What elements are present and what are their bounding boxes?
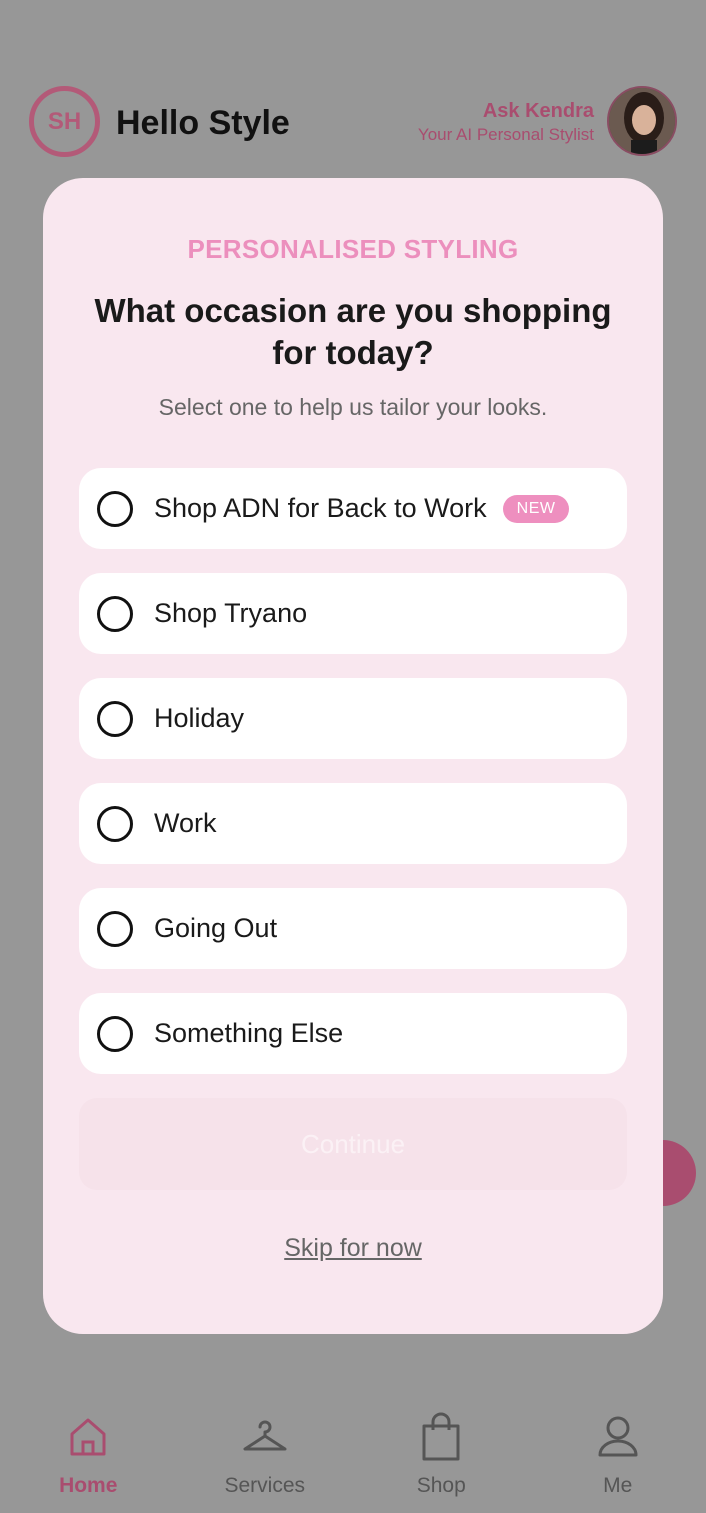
home-icon	[65, 1412, 111, 1462]
radio-icon[interactable]	[97, 1015, 133, 1052]
option-label: Shop Tryano	[154, 598, 308, 628]
nav-label: Home	[59, 1474, 118, 1497]
option-going-out[interactable]: Going Out	[79, 888, 627, 969]
continue-button[interactable]: Continue	[79, 1098, 627, 1190]
option-label: Going Out	[154, 913, 278, 943]
option-label: Work	[154, 808, 217, 838]
skip-link[interactable]: Skip for now	[43, 1234, 663, 1263]
modal-question: What occasion are you shopping for today…	[94, 292, 612, 371]
stylist-subtitle: Your AI Personal Stylist	[417, 125, 594, 144]
modal-eyebrow: PERSONALISED STYLING	[187, 234, 519, 264]
occasion-modal: PERSONALISED STYLING What occasion are y…	[43, 178, 663, 1334]
option-label: Holiday	[154, 703, 245, 733]
nav-home[interactable]: Home	[0, 1390, 177, 1513]
nav-services[interactable]: Services	[177, 1390, 354, 1513]
option-something-else[interactable]: Something Else	[79, 993, 627, 1074]
nav-label: Me	[603, 1474, 633, 1497]
app-header: SH Hello Style Ask Kendra Your AI Person…	[0, 0, 706, 180]
option-back-to-work[interactable]: Shop ADN for Back to Work NEW	[79, 468, 627, 549]
option-shop-tryano[interactable]: Shop Tryano	[79, 573, 627, 654]
radio-icon[interactable]	[97, 910, 133, 947]
nav-label: Services	[224, 1474, 306, 1497]
new-badge: NEW	[502, 494, 570, 523]
app-logo[interactable]: SH	[29, 86, 100, 157]
option-label: Something Else	[154, 1018, 344, 1048]
avatar-portrait-icon	[609, 88, 675, 154]
nav-me[interactable]: Me	[530, 1390, 706, 1513]
bottom-nav: Home Services Shop Me	[0, 1390, 706, 1513]
stylist-name[interactable]: Ask Kendra	[483, 100, 594, 123]
occasion-options: Shop ADN for Back to Work NEW Shop Tryan…	[79, 468, 627, 1098]
option-holiday[interactable]: Holiday	[79, 678, 627, 759]
radio-icon[interactable]	[97, 595, 133, 632]
nav-label: Shop	[416, 1474, 466, 1497]
option-label: Shop ADN for Back to Work	[154, 493, 487, 523]
app-title: Hello Style	[116, 104, 290, 142]
stylist-avatar[interactable]	[607, 86, 677, 156]
option-work[interactable]: Work	[79, 783, 627, 864]
radio-icon[interactable]	[97, 490, 133, 527]
modal-helper-text: Select one to help us tailor your looks.	[158, 394, 548, 420]
nav-shop[interactable]: Shop	[353, 1390, 530, 1513]
person-icon	[595, 1412, 641, 1462]
hanger-icon	[242, 1412, 288, 1462]
shopping-bag-icon	[418, 1412, 464, 1462]
radio-icon[interactable]	[97, 700, 133, 737]
radio-icon[interactable]	[97, 805, 133, 842]
